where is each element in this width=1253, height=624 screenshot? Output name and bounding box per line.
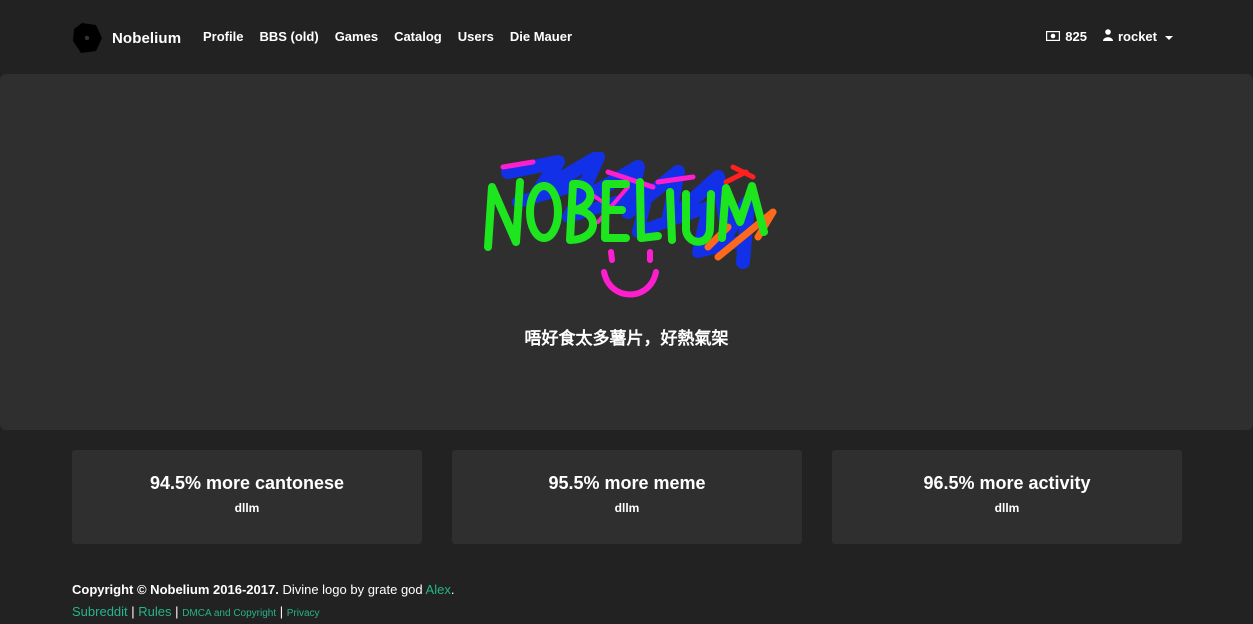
user-icon [1102,27,1113,47]
footer: Copyright © Nobelium 2016-2017. Divine l… [72,580,1182,624]
feature-subtitle: dllm [234,501,260,515]
features-row: 94.5% more cantonese dllm 95.5% more mem… [72,450,1182,544]
brand-name: Nobelium [112,29,182,47]
hexagon-logo-icon [72,22,102,54]
separator: | [279,604,284,619]
nobelium-logo [478,150,780,302]
nav-links: Profile BBS (old) Games Catalog Users Di… [203,27,588,47]
copyright-text: Copyright © Nobelium 2016-2017. [72,582,279,597]
nav-link-die-mauer[interactable]: Die Mauer [510,27,572,47]
money-amount: 825 [1065,29,1087,44]
feature-card-activity: 96.5% more activity dllm [832,450,1182,544]
footer-link-subreddit[interactable]: Subreddit [72,604,128,619]
username: rocket [1117,29,1157,44]
hero-tagline: 唔好食太多薯片，好熱氣架 [524,329,729,349]
nav-link-catalog[interactable]: Catalog [394,27,442,47]
footer-links: Subreddit | Rules | DMCA and Copyright |… [72,602,1182,624]
footer-link-rules[interactable]: Rules [138,604,171,619]
nav-link-bbs[interactable]: BBS (old) [259,27,318,47]
feature-title: 94.5% more cantonese [149,473,345,493]
feature-card-cantonese: 94.5% more cantonese dllm [72,450,422,544]
nav-right: 825 rocket [1046,27,1173,47]
feature-card-meme: 95.5% more meme dllm [452,450,802,544]
credit-period: . [450,582,455,597]
feature-subtitle: dllm [994,501,1020,515]
money-bill-icon [1046,27,1061,47]
separator: | [131,604,135,619]
money-balance[interactable]: 825 [1046,27,1087,47]
logo-credit-text: Divine logo by grate god [282,582,423,597]
nav-link-games[interactable]: Games [335,27,378,47]
nav-link-profile[interactable]: Profile [203,27,243,47]
feature-subtitle: dllm [614,501,640,515]
caret-down-icon [1165,36,1173,40]
brand-link[interactable]: Nobelium [72,22,181,54]
footer-copyright-line: Copyright © Nobelium 2016-2017. Divine l… [72,580,1182,600]
separator: | [175,604,179,619]
feature-title: 96.5% more activity [923,473,1091,493]
feature-title: 95.5% more meme [548,473,706,493]
nav-link-users[interactable]: Users [458,27,494,47]
user-dropdown[interactable]: rocket [1102,27,1173,47]
hero-banner: 唔好食太多薯片，好熱氣架 [0,74,1253,430]
navbar: Nobelium Profile BBS (old) Games Catalog… [0,0,1253,74]
credit-link-alex[interactable]: Alex [426,582,451,597]
